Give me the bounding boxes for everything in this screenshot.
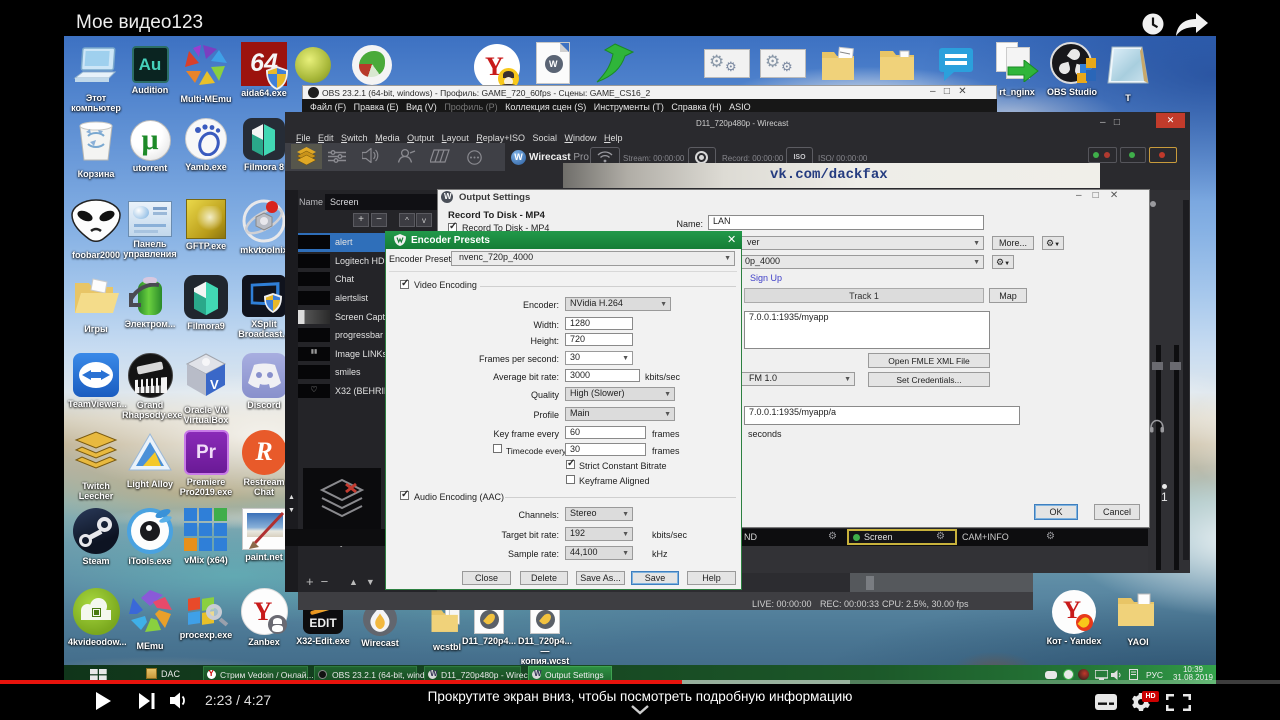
svg-text:V: V — [210, 377, 219, 392]
